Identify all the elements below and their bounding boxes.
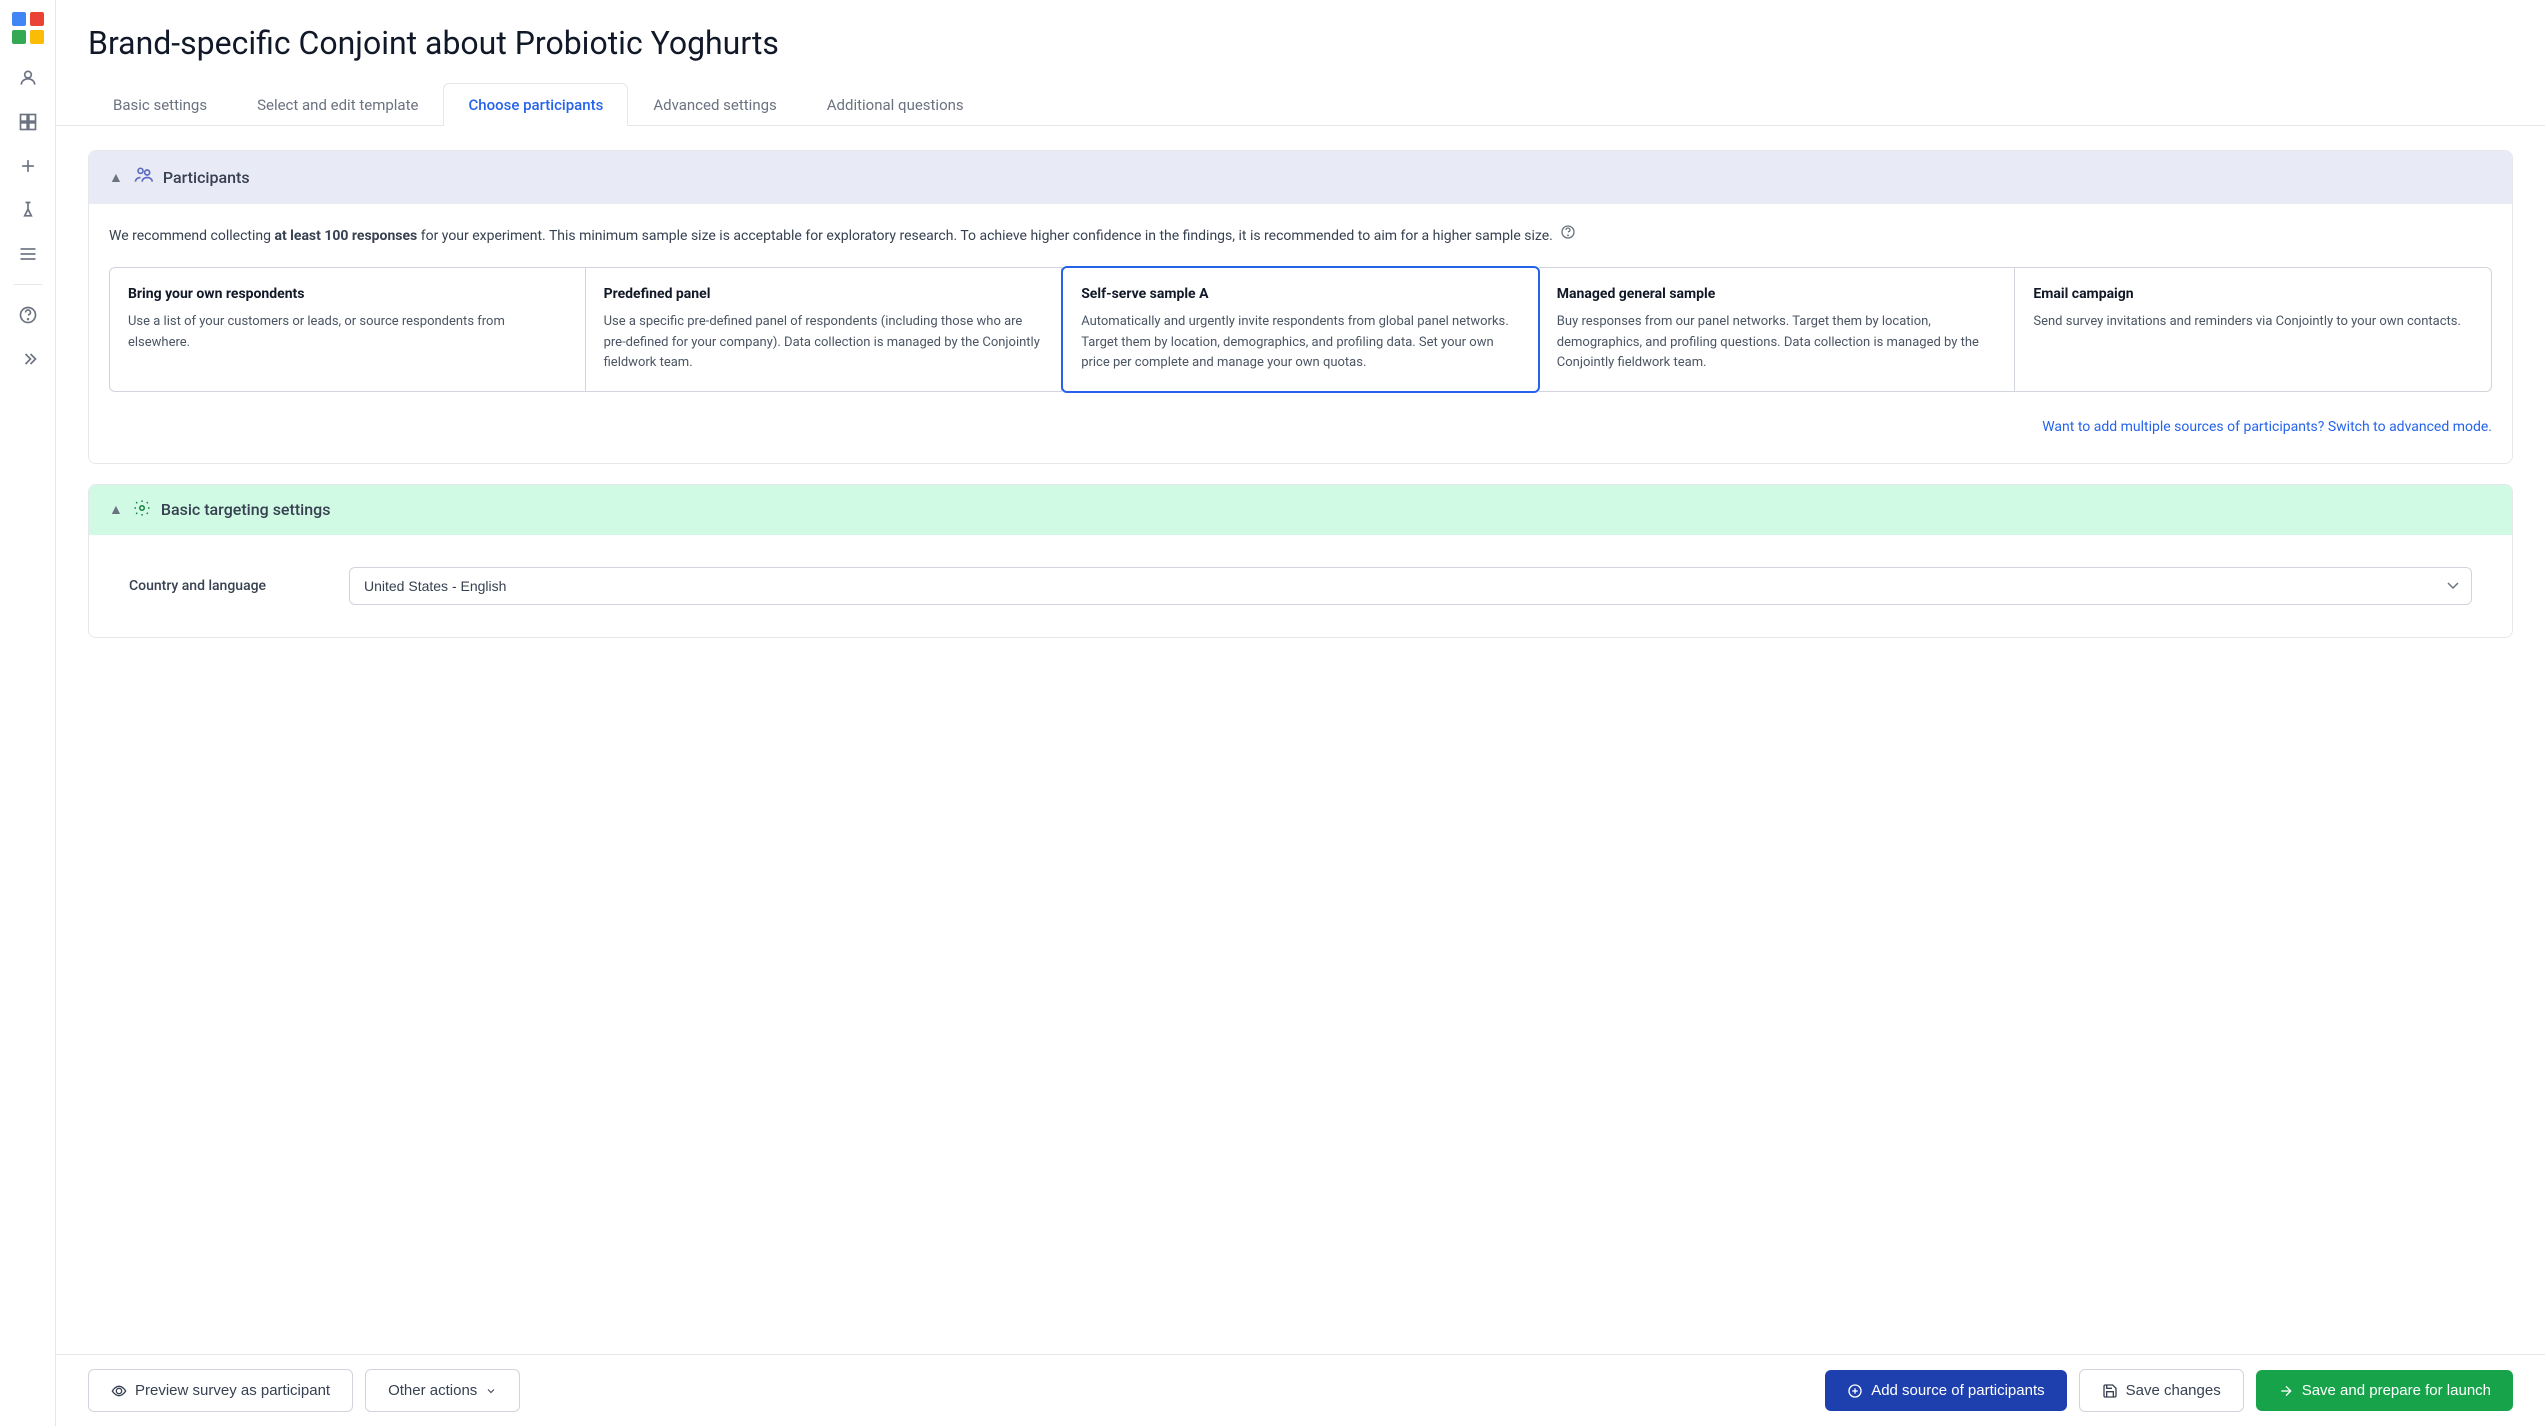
- tabs: Basic settings Select and edit template …: [88, 82, 2513, 125]
- country-language-row: Country and language United States - Eng…: [109, 555, 2492, 617]
- card-predefined-panel[interactable]: Predefined panel Use a specific pre-defi…: [586, 267, 1063, 391]
- card-self-serve-desc: Automatically and urgently invite respon…: [1081, 312, 1520, 372]
- flask-nav-icon[interactable]: [10, 192, 46, 228]
- card-self-serve-title: Self-serve sample A: [1081, 286, 1520, 302]
- main-content: Brand-specific Conjoint about Probiotic …: [56, 0, 2545, 1426]
- preview-survey-button[interactable]: Preview survey as participant: [88, 1369, 353, 1412]
- targeting-gear-icon: [133, 499, 151, 521]
- info-text: We recommend collecting at least 100 res…: [109, 224, 2492, 247]
- info-bold: at least 100 responses: [274, 228, 417, 244]
- tab-template[interactable]: Select and edit template: [232, 83, 443, 126]
- sidebar: [0, 0, 56, 1426]
- page-title: Brand-specific Conjoint about Probiotic …: [88, 24, 2513, 62]
- header: Brand-specific Conjoint about Probiotic …: [56, 0, 2545, 126]
- card-self-serve[interactable]: Self-serve sample A Automatically and ur…: [1061, 266, 1540, 392]
- card-predefined-title: Predefined panel: [604, 286, 1044, 302]
- participants-header-icon: [133, 165, 153, 190]
- plus-nav-icon[interactable]: [10, 148, 46, 184]
- card-predefined-desc: Use a specific pre-defined panel of resp…: [604, 312, 1044, 372]
- grid-nav-icon[interactable]: [10, 104, 46, 140]
- save-launch-label: Save and prepare for launch: [2302, 1382, 2491, 1399]
- advanced-mode-link[interactable]: Want to add multiple sources of particip…: [2042, 419, 2492, 435]
- card-own-desc: Use a list of your customers or leads, o…: [128, 312, 567, 352]
- participants-section-title: Participants: [163, 168, 250, 187]
- tab-questions[interactable]: Additional questions: [802, 83, 989, 126]
- card-managed-sample[interactable]: Managed general sample Buy responses fro…: [1539, 267, 2016, 391]
- country-language-label: Country and language: [129, 578, 349, 594]
- other-actions-label: Other actions: [388, 1382, 477, 1399]
- bottom-bar: Preview survey as participant Other acti…: [56, 1354, 2545, 1426]
- tab-basic[interactable]: Basic settings: [88, 83, 232, 126]
- card-managed-title: Managed general sample: [1557, 286, 1997, 302]
- tab-advanced[interactable]: Advanced settings: [628, 83, 801, 126]
- advanced-mode-link-container: Want to add multiple sources of particip…: [109, 408, 2492, 443]
- participant-cards: Bring your own respondents Use a list of…: [109, 267, 2492, 391]
- participants-chevron-icon: ▲: [109, 169, 123, 186]
- country-language-select[interactable]: United States - English: [349, 567, 2472, 605]
- participants-section: ▲ Participants We recommend collecting a…: [88, 150, 2513, 464]
- logo-icon[interactable]: [12, 12, 44, 44]
- save-changes-button[interactable]: Save changes: [2079, 1369, 2244, 1412]
- info-help-icon[interactable]: [1560, 224, 1576, 240]
- save-changes-label: Save changes: [2126, 1382, 2221, 1399]
- expand-nav-icon[interactable]: [10, 341, 46, 377]
- participants-section-header[interactable]: ▲ Participants: [89, 151, 2512, 204]
- card-email-title: Email campaign: [2033, 286, 2473, 302]
- help-nav-icon[interactable]: [10, 297, 46, 333]
- targeting-chevron-icon: ▲: [109, 501, 123, 518]
- add-source-label: Add source of participants: [1871, 1382, 2044, 1399]
- participants-section-body: We recommend collecting at least 100 res…: [89, 204, 2512, 463]
- card-managed-desc: Buy responses from our panel networks. T…: [1557, 312, 1997, 372]
- tab-participants[interactable]: Choose participants: [443, 83, 628, 126]
- targeting-section-header[interactable]: ▲ Basic targeting settings: [89, 485, 2512, 535]
- targeting-section: ▲ Basic targeting settings Country and l…: [88, 484, 2513, 638]
- preview-survey-label: Preview survey as participant: [135, 1382, 330, 1399]
- targeting-section-body: Country and language United States - Eng…: [89, 535, 2512, 637]
- card-email-desc: Send survey invitations and reminders vi…: [2033, 312, 2473, 332]
- add-source-button[interactable]: Add source of participants: [1825, 1370, 2066, 1411]
- save-launch-button[interactable]: Save and prepare for launch: [2256, 1370, 2513, 1411]
- targeting-section-title: Basic targeting settings: [161, 500, 331, 519]
- other-actions-button[interactable]: Other actions: [365, 1369, 520, 1412]
- content-area: ▲ Participants We recommend collecting a…: [56, 126, 2545, 1426]
- card-email-campaign[interactable]: Email campaign Send survey invitations a…: [2015, 267, 2492, 391]
- list-nav-icon[interactable]: [10, 236, 46, 272]
- card-own-respondents[interactable]: Bring your own respondents Use a list of…: [109, 267, 586, 391]
- person-nav-icon[interactable]: [10, 60, 46, 96]
- sidebar-divider: [14, 284, 42, 285]
- card-own-title: Bring your own respondents: [128, 286, 567, 302]
